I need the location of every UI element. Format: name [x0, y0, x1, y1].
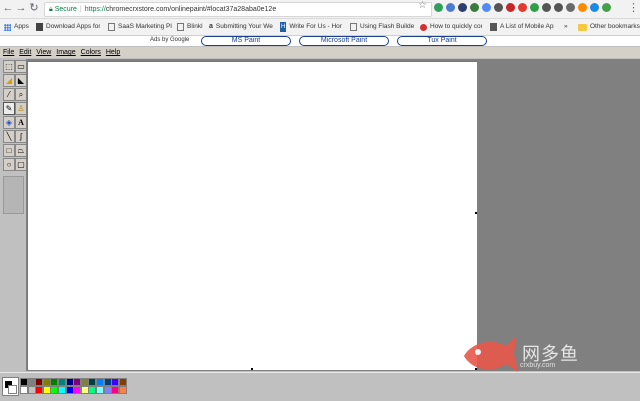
forward-icon[interactable]: →	[15, 2, 27, 14]
rectangle-icon[interactable]: □	[3, 144, 15, 157]
reload-icon[interactable]: ↻	[28, 2, 40, 14]
bookmark-item[interactable]: Using Flash Builder	[350, 22, 414, 32]
extension-icons	[434, 3, 611, 15]
eraser-icon[interactable]: ◢	[3, 74, 15, 87]
menu-image[interactable]: Image	[56, 49, 75, 56]
extension-icon[interactable]	[434, 3, 443, 12]
extension-icon[interactable]	[470, 3, 479, 12]
amazon-icon: a	[209, 23, 213, 30]
ad-link-ms-paint[interactable]: MS Paint	[201, 36, 291, 46]
bookmarks-bar: Apps Download Apps for SaaS Marketing Pl…	[0, 19, 640, 36]
extension-icon[interactable]	[458, 3, 467, 12]
bookmark-item[interactable]: A List of Mobile App	[490, 22, 554, 32]
extension-icon[interactable]	[446, 3, 455, 12]
extension-icon[interactable]	[578, 3, 587, 12]
extension-icon[interactable]	[530, 3, 539, 12]
secure-label: Secure	[54, 6, 77, 13]
extension-icon[interactable]	[494, 3, 503, 12]
apps-grid-icon	[4, 23, 11, 31]
extension-icon[interactable]	[506, 3, 515, 12]
bookmark-label: Submitting Your We	[215, 23, 273, 30]
extension-icon[interactable]	[566, 3, 575, 12]
ad-link-microsoft-paint[interactable]: Microsoft Paint	[299, 36, 389, 46]
bookmark-item[interactable]: Download Apps for	[36, 22, 100, 32]
bookmark-other[interactable]: Other bookmarks	[578, 22, 640, 32]
h-logo-icon: H	[280, 22, 287, 32]
menu-edit[interactable]: Edit	[19, 49, 31, 56]
bookmark-label: A List of Mobile App	[500, 23, 554, 30]
page-icon	[108, 23, 115, 31]
paint-menu-bar: File Edit View Image Colors Help	[0, 47, 640, 58]
resize-handle-right[interactable]	[475, 212, 477, 214]
ad-link-tux-paint[interactable]: Tux Paint	[397, 36, 487, 46]
chrome-menu-icon[interactable]: ⋮	[628, 1, 639, 14]
drawing-canvas[interactable]	[27, 61, 477, 370]
extension-icon[interactable]	[590, 3, 599, 12]
color-picker-icon[interactable]: ⁄	[3, 88, 15, 101]
extension-icon[interactable]	[482, 3, 491, 12]
watermark-url: crxbuy.com	[520, 362, 556, 369]
ellipse-icon[interactable]: ○	[3, 158, 15, 171]
bookmark-item[interactable]: a Submitting Your We	[209, 22, 273, 32]
address-bar[interactable]: 🔒︎ Secure | https://chromecrxstore.com/onli…	[44, 2, 432, 17]
url-text: chromecrxstore.com/onlinepaint/#locat37a…	[105, 6, 277, 13]
palette-swatch[interactable]	[118, 378, 127, 386]
ads-strip: Ads by Google MS Paint Microsoft Paint T…	[0, 36, 640, 46]
menu-colors[interactable]: Colors	[81, 49, 101, 56]
bookmark-star-icon[interactable]: ☆	[418, 0, 427, 11]
browser-toolbar: ← → ↻ 🔒︎ Secure | https://chromecrxstore.co…	[0, 0, 640, 19]
lock-icon: 🔒︎	[49, 6, 53, 13]
bookmark-item[interactable]: SaaS Marketing Pla	[108, 22, 172, 32]
back-icon[interactable]: ←	[2, 2, 14, 14]
bookmark-label: Download Apps for	[46, 23, 100, 30]
line-icon[interactable]: ╲	[3, 130, 15, 143]
page-icon	[36, 23, 43, 31]
resize-handle-bottom[interactable]	[251, 368, 253, 370]
folder-icon	[578, 23, 587, 31]
palette-swatch[interactable]	[118, 386, 127, 394]
bookmark-label: How to quickly con	[430, 23, 482, 30]
bookmark-label: SaaS Marketing Pla	[118, 23, 172, 30]
bookmark-apps[interactable]: Apps	[4, 22, 29, 32]
bookmark-label: Blinkl	[187, 23, 203, 30]
airbrush-icon[interactable]: ◈	[3, 116, 15, 129]
url-scheme: https://	[84, 6, 106, 13]
menu-help[interactable]: Help	[106, 49, 120, 56]
extension-icon[interactable]	[554, 3, 563, 12]
pencil-icon[interactable]: ✎	[3, 102, 15, 115]
extension-icon[interactable]	[602, 3, 611, 12]
extension-icon[interactable]	[518, 3, 527, 12]
ads-by-google-label: Ads by Google	[150, 37, 190, 43]
page-icon	[177, 23, 184, 31]
menu-view[interactable]: View	[36, 49, 51, 56]
bookmark-label: Using Flash Builder	[360, 23, 414, 30]
menu-file[interactable]: File	[3, 49, 14, 56]
book-icon	[490, 23, 497, 31]
page-icon	[350, 23, 357, 31]
tool-options-panel[interactable]	[3, 176, 24, 214]
overflow-chevron-icon: »	[564, 23, 568, 30]
bookmark-label: Other bookmarks	[590, 23, 640, 30]
bookmark-label: Apps	[14, 23, 29, 30]
bookmark-item[interactable]: H Write For Us - Hong	[280, 22, 342, 32]
bookmark-label: Write For Us - Hong	[289, 23, 342, 30]
red-logo-icon	[420, 23, 427, 31]
bookmark-item[interactable]: How to quickly con	[420, 22, 482, 32]
free-select-icon[interactable]: ⬚	[3, 60, 15, 73]
background-color-swatch[interactable]	[8, 385, 17, 394]
bookmark-item[interactable]: Blinkl	[177, 22, 205, 32]
bookmark-overflow[interactable]: »	[564, 22, 568, 32]
extension-icon[interactable]	[542, 3, 551, 12]
